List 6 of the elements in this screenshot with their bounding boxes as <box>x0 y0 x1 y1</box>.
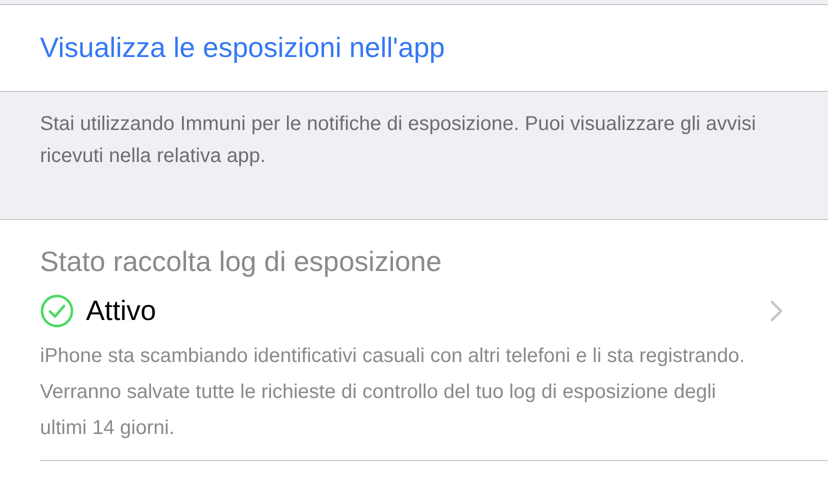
chevron-right-icon <box>770 300 784 322</box>
status-description: iPhone sta scambiando identificativi casuali con altri telefoni e li sta registrando. Verranno salvate tutte le richieste di controllo del tuo log di esposizione degli ultimi 14 giorni. <box>40 344 746 441</box>
status-label: Attivo <box>86 294 156 328</box>
section-title: Stato raccolta log di esposizione <box>40 245 443 279</box>
info-note: Stai utilizzando Immuni per le notifiche di esposizione. Puoi visualizzare gli avvisi ricevuti nella relativa app. <box>40 112 757 169</box>
view-exposures-link[interactable]: Visualizza le esposizioni nell'app <box>40 27 445 69</box>
